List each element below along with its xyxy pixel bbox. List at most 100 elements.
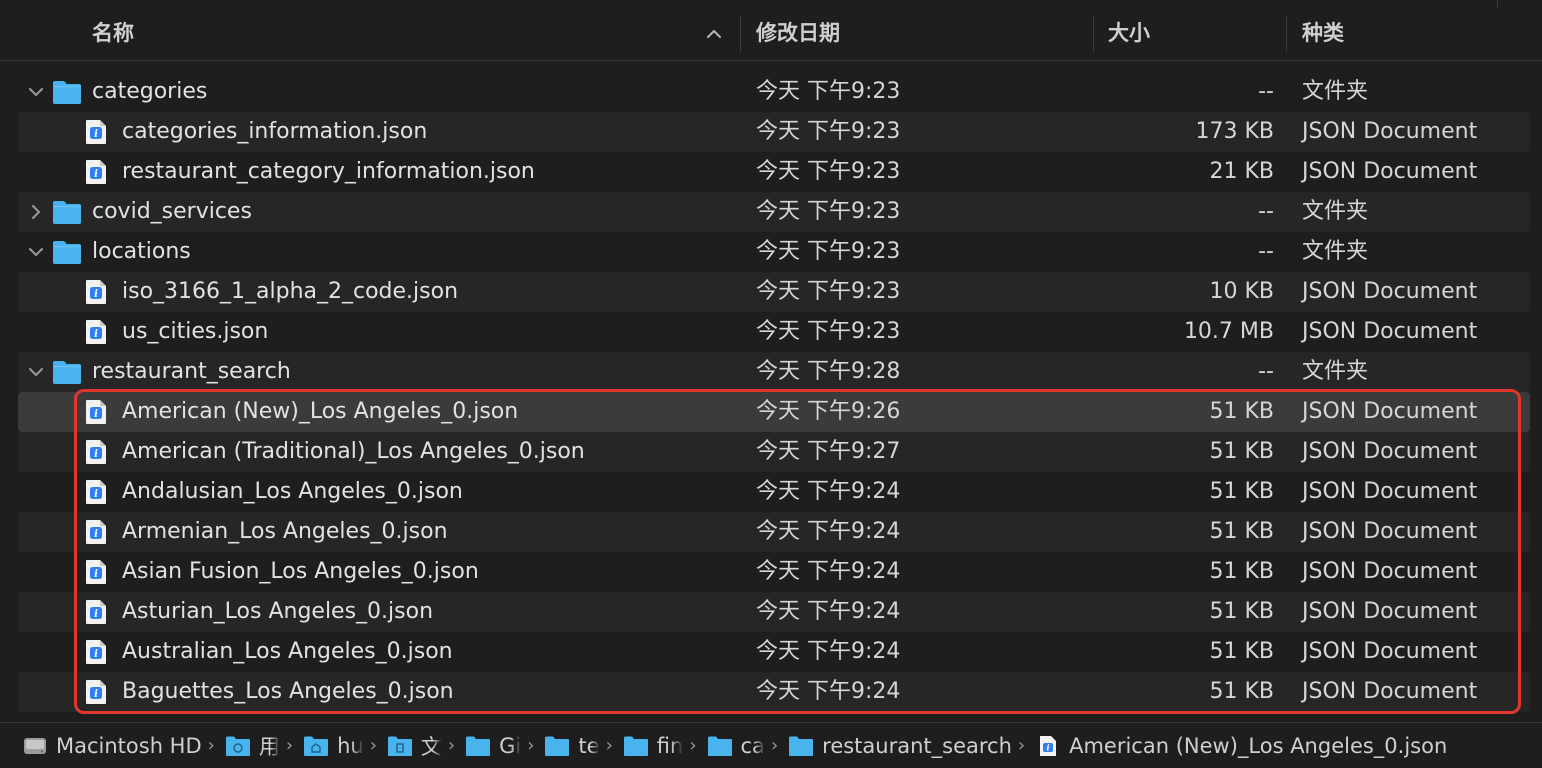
file-name: us_cities.json xyxy=(122,319,269,344)
path-crumb-label: 用 xyxy=(258,734,280,759)
file-name: Armenian_Los Angeles_0.json xyxy=(122,519,448,544)
file-kind: JSON Document xyxy=(1302,319,1478,344)
file-row[interactable]: i categories_information.json 今天 下午9:23 17… xyxy=(18,112,1530,152)
column-name-header[interactable]: 名称 xyxy=(92,8,134,60)
file-row[interactable]: i Andalusian_Los Angeles_0.json 今天 下午9:24… xyxy=(18,472,1530,512)
file-row[interactable]: i iso_3166_1_alpha_2_code.json 今天 下午9:23 1… xyxy=(18,272,1530,312)
path-crumb[interactable]: fin xyxy=(623,733,684,758)
path-crumb[interactable]: restaurant_search xyxy=(788,734,1012,758)
column-date-header[interactable]: 修改日期 xyxy=(756,8,840,60)
file-row[interactable]: i Australian_Los Angeles_0.json 今天 下午9:24… xyxy=(18,632,1530,672)
path-crumb[interactable]: Gi xyxy=(465,734,521,758)
json-file-icon: i xyxy=(84,519,108,545)
file-size: 51 KB xyxy=(1209,559,1274,584)
folder-icon xyxy=(465,735,499,757)
folder-icon xyxy=(623,735,657,757)
path-crumb-label: ca xyxy=(740,733,765,758)
file-size: -- xyxy=(1258,199,1274,224)
path-crumb[interactable]: 文 xyxy=(387,731,442,761)
chevron-down-icon[interactable] xyxy=(26,242,46,262)
svg-text:i: i xyxy=(94,449,98,460)
file-size: 51 KB xyxy=(1209,639,1274,664)
column-divider[interactable] xyxy=(740,16,741,52)
file-name: iso_3166_1_alpha_2_code.json xyxy=(122,279,459,304)
file-row[interactable]: i Armenian_Los Angeles_0.json 今天 下午9:24 51… xyxy=(18,512,1530,552)
chevron-down-icon[interactable] xyxy=(26,82,46,102)
chevron-right-icon: › xyxy=(527,735,535,756)
svg-text:i: i xyxy=(94,129,98,140)
column-divider[interactable] xyxy=(1286,16,1287,52)
file-row[interactable]: i Asian Fusion_Los Angeles_0.json 今天 下午9:… xyxy=(18,552,1530,592)
file-kind: JSON Document xyxy=(1302,559,1478,584)
path-crumb[interactable]: te xyxy=(544,734,600,758)
file-size: 173 KB xyxy=(1195,119,1274,144)
json-file-icon: i xyxy=(1035,735,1069,757)
file-size: 51 KB xyxy=(1209,679,1274,704)
file-row[interactable]: i American (New)_Los Angeles_0.json 今天 下午… xyxy=(18,392,1530,432)
folder-row[interactable]: categories 今天 下午9:23 -- 文件夹 xyxy=(18,72,1530,112)
modified-date: 今天 下午9:24 xyxy=(756,639,901,664)
file-name: categories_information.json xyxy=(122,119,428,144)
sort-ascending-icon[interactable] xyxy=(705,25,723,43)
file-kind: JSON Document xyxy=(1302,479,1478,504)
modified-date: 今天 下午9:27 xyxy=(756,439,901,464)
file-size: -- xyxy=(1258,239,1274,264)
file-row[interactable]: i us_cities.json 今天 下午9:23 10.7 MB JSON Doc… xyxy=(18,312,1530,352)
chevron-right-icon: › xyxy=(770,735,779,756)
file-name: locations xyxy=(92,239,191,264)
modified-date: 今天 下午9:24 xyxy=(756,599,901,624)
file-row[interactable]: i Baguettes_Los Angeles_0.json 今天 下午9:24 5… xyxy=(18,672,1530,712)
modified-date: 今天 下午9:23 xyxy=(756,199,901,224)
svg-text:i: i xyxy=(1047,742,1050,752)
folder-row[interactable]: restaurant_search 今天 下午9:28 -- 文件夹 xyxy=(18,352,1530,392)
path-crumb[interactable]: 用 xyxy=(225,731,280,761)
modified-date: 今天 下午9:24 xyxy=(756,479,901,504)
folder-row[interactable]: covid_services 今天 下午9:23 -- 文件夹 xyxy=(18,192,1530,232)
column-size-header[interactable]: 大小 xyxy=(1108,8,1150,60)
path-crumb-label: fin xyxy=(656,733,684,758)
path-crumb-label: Gi xyxy=(499,733,522,758)
path-crumb-label: 文 xyxy=(420,734,442,759)
file-row[interactable]: i restaurant_category_information.json 今天… xyxy=(18,152,1530,192)
modified-date: 今天 下午9:26 xyxy=(756,399,901,424)
folder-icon xyxy=(544,735,578,757)
svg-text:i: i xyxy=(94,529,98,540)
json-file-icon: i xyxy=(84,599,108,625)
json-file-icon: i xyxy=(84,439,108,465)
path-crumb[interactable]: i American (New)_Los Angeles_0.json xyxy=(1035,734,1447,758)
file-kind: 文件夹 xyxy=(1302,239,1369,264)
folder-row[interactable]: locations 今天 下午9:23 -- 文件夹 xyxy=(18,232,1530,272)
chevron-right-icon: › xyxy=(207,735,215,756)
file-kind: 文件夹 xyxy=(1302,199,1369,224)
finder-list-view: 名称 修改日期 大小 种类 categories 今天 下午9:23 -- 文件夹 i… xyxy=(0,0,1542,768)
file-row[interactable]: i American (Traditional)_Los Angeles_0.j… xyxy=(18,432,1530,472)
chevron-right-icon[interactable] xyxy=(26,202,46,222)
path-crumb-label: American (New)_Los Angeles_0.json xyxy=(1069,733,1448,758)
file-name: Baguettes_Los Angeles_0.json xyxy=(122,679,454,704)
file-name: restaurant_category_information.json xyxy=(122,159,535,184)
modified-date: 今天 下午9:23 xyxy=(756,79,901,104)
file-kind: JSON Document xyxy=(1302,639,1478,664)
column-divider[interactable] xyxy=(1093,16,1094,52)
file-kind: JSON Document xyxy=(1302,599,1478,624)
path-crumb[interactable]: Macintosh HD xyxy=(22,734,202,758)
folder-icon xyxy=(52,239,82,265)
chevron-right-icon: › xyxy=(285,735,294,756)
file-name: American (Traditional)_Los Angeles_0.jso… xyxy=(122,439,585,464)
path-crumb[interactable]: hu xyxy=(303,734,364,758)
svg-text:i: i xyxy=(94,409,98,420)
file-kind: JSON Document xyxy=(1302,679,1478,704)
json-file-icon: i xyxy=(84,479,108,505)
file-size: 51 KB xyxy=(1209,519,1274,544)
file-row[interactable]: i Asturian_Los Angeles_0.json 今天 下午9:24 51… xyxy=(18,592,1530,632)
column-kind-header[interactable]: 种类 xyxy=(1302,8,1344,60)
path-crumb[interactable]: ca xyxy=(707,734,765,758)
chevron-right-icon: › xyxy=(605,735,613,756)
json-file-icon: i xyxy=(84,159,108,185)
file-size: 10.7 MB xyxy=(1183,319,1274,344)
chevron-down-icon[interactable] xyxy=(26,362,46,382)
file-size: 21 KB xyxy=(1209,159,1274,184)
json-file-icon: i xyxy=(84,399,108,425)
disk-icon xyxy=(22,735,56,757)
json-file-icon: i xyxy=(84,119,108,145)
